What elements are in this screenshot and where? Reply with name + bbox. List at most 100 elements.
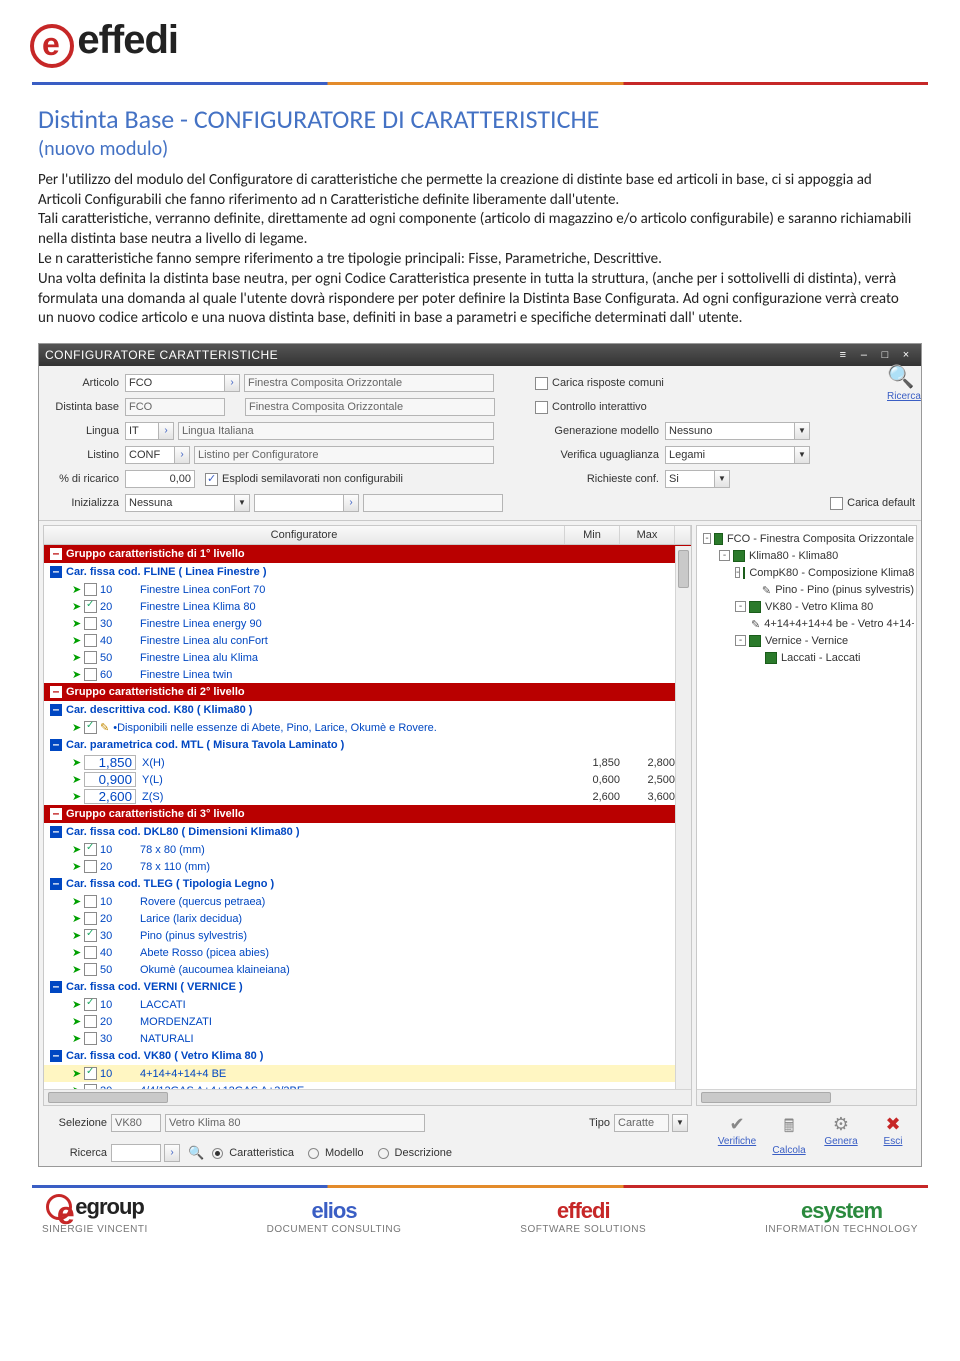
option-checkbox[interactable] xyxy=(84,963,97,976)
verifica-ug-dropdown-icon[interactable]: ▼ xyxy=(794,446,810,464)
option-row[interactable]: ➤104+14+4+14+4 BE xyxy=(44,1065,691,1082)
collapse-icon[interactable]: – xyxy=(50,808,62,820)
option-checkbox[interactable] xyxy=(84,912,97,925)
note-checkbox[interactable] xyxy=(84,721,97,734)
tree-expand-icon[interactable]: - xyxy=(719,550,730,561)
option-row[interactable]: ➤10LACCATI xyxy=(44,996,691,1013)
option-checkbox[interactable] xyxy=(84,617,97,630)
radio-caratteristica[interactable] xyxy=(212,1148,223,1159)
tree-node[interactable]: Laccati - Laccati xyxy=(699,649,914,666)
tipo-dropdown-icon[interactable]: ▼ xyxy=(672,1114,688,1132)
listino-input[interactable] xyxy=(125,446,175,464)
tree-node[interactable]: Pino - Pino (pinus sylvestris) xyxy=(699,581,914,598)
esplodi-checkbox[interactable] xyxy=(205,473,218,486)
minimize-icon[interactable]: – xyxy=(855,349,873,361)
option-checkbox[interactable] xyxy=(84,843,97,856)
option-checkbox[interactable] xyxy=(84,1067,97,1080)
option-row[interactable]: ➤50Okumè (aucoumea klaineiana) xyxy=(44,961,691,978)
option-row[interactable]: ➤30Pino (pinus sylvestris) xyxy=(44,927,691,944)
tree-node[interactable]: -FCO - Finestra Composita Orizzontale xyxy=(699,530,914,547)
lingua-lookup-icon[interactable]: › xyxy=(158,422,174,440)
option-checkbox[interactable] xyxy=(84,860,97,873)
caratteristica-header-row[interactable]: –Car. fissa cod. VK80 ( Vetro Klima 80 ) xyxy=(44,1047,691,1065)
option-checkbox[interactable] xyxy=(84,929,97,942)
option-checkbox[interactable] xyxy=(84,634,97,647)
option-checkbox[interactable] xyxy=(84,1032,97,1045)
ricerca-button[interactable]: 🔍 Ricerca xyxy=(887,364,915,402)
collapse-icon[interactable]: – xyxy=(50,1050,62,1062)
verifica-ug-select[interactable] xyxy=(665,446,795,464)
gen-modello-select[interactable] xyxy=(665,422,795,440)
option-row[interactable]: ➤40Abete Rosso (picea abies) xyxy=(44,944,691,961)
esci-button[interactable]: ✖ Esci xyxy=(873,1114,913,1162)
collapse-icon[interactable]: – xyxy=(50,548,62,560)
col-max[interactable]: Max xyxy=(620,526,675,544)
caratteristica-header-row[interactable]: –Car. fissa cod. DKL80 ( Dimensioni Klim… xyxy=(44,823,691,841)
tree-node[interactable]: 4+14+4+14+4 be - Vetro 4+14+4+1 xyxy=(699,615,914,632)
option-checkbox[interactable] xyxy=(84,998,97,1011)
menu-icon[interactable]: ≡ xyxy=(834,349,852,361)
collapse-icon[interactable]: – xyxy=(50,566,62,578)
option-row[interactable]: ➤30Finestre Linea energy 90 xyxy=(44,615,691,632)
articolo-input[interactable] xyxy=(125,374,225,392)
option-row[interactable]: ➤10Rovere (quercus petraea) xyxy=(44,893,691,910)
listino-lookup-icon[interactable]: › xyxy=(174,446,190,464)
option-row[interactable]: ➤60Finestre Linea twin xyxy=(44,666,691,683)
lingua-input[interactable] xyxy=(125,422,159,440)
collapse-icon[interactable]: – xyxy=(50,826,62,838)
param-row[interactable]: ➤Z(S)2,6003,600 xyxy=(44,788,691,805)
tree-expand-icon[interactable]: - xyxy=(735,635,746,646)
richieste-conf-select[interactable] xyxy=(665,470,715,488)
param-value-input[interactable] xyxy=(84,772,136,787)
tree-node[interactable]: -VK80 - Vetro Klima 80 xyxy=(699,598,914,615)
option-row[interactable]: ➤20Larice (larix decidua) xyxy=(44,910,691,927)
group-header-row[interactable]: –Gruppo caratteristiche di 1° livello xyxy=(44,545,691,563)
option-checkbox[interactable] xyxy=(84,583,97,596)
verifiche-button[interactable]: ✔ Verifiche xyxy=(717,1114,757,1162)
option-checkbox[interactable] xyxy=(84,651,97,664)
collapse-icon[interactable]: – xyxy=(50,981,62,993)
grid-scrollbar-h[interactable] xyxy=(44,1089,691,1105)
param-row[interactable]: ➤X(H)1,8502,800 xyxy=(44,754,691,771)
articolo-lookup-icon[interactable]: › xyxy=(224,374,240,392)
note-row[interactable]: ➤✎•Disponibili nelle essenze di Abete, P… xyxy=(44,719,691,736)
caratteristica-header-row[interactable]: –Car. fissa cod. TLEG ( Tipologia Legno … xyxy=(44,875,691,893)
param-value-input[interactable] xyxy=(84,789,136,804)
calcola-button[interactable]: 🖩 Calcola xyxy=(769,1114,809,1162)
close-icon[interactable]: × xyxy=(897,349,915,361)
param-value-input[interactable] xyxy=(84,755,136,770)
radio-descrizione[interactable] xyxy=(378,1148,389,1159)
group-header-row[interactable]: –Gruppo caratteristiche di 2° livello xyxy=(44,683,691,701)
controllo-interattivo-checkbox[interactable] xyxy=(535,401,548,414)
col-min[interactable]: Min xyxy=(565,526,620,544)
tree-expand-icon[interactable]: - xyxy=(703,533,711,544)
tree-node[interactable]: -Klima80 - Klima80 xyxy=(699,547,914,564)
inizializza-select[interactable] xyxy=(125,494,235,512)
param-row[interactable]: ➤Y(L)0,6002,500 xyxy=(44,771,691,788)
caratteristica-header-row[interactable]: –Car. fissa cod. VERNI ( VERNICE ) xyxy=(44,978,691,996)
richieste-conf-dropdown-icon[interactable]: ▼ xyxy=(714,470,730,488)
radio-modello[interactable] xyxy=(308,1148,319,1159)
carica-default-checkbox[interactable] xyxy=(830,497,843,510)
option-checkbox[interactable] xyxy=(84,668,97,681)
caratteristica-header-row[interactable]: –Car. fissa cod. FLINE ( Linea Finestre … xyxy=(44,563,691,581)
group-header-row[interactable]: –Gruppo caratteristiche di 3° livello xyxy=(44,805,691,823)
option-row[interactable]: ➤30NATURALI xyxy=(44,1030,691,1047)
option-checkbox[interactable] xyxy=(84,1015,97,1028)
caratteristica-header-row[interactable]: –Car. parametrica cod. MTL ( Misura Tavo… xyxy=(44,736,691,754)
option-checkbox[interactable] xyxy=(84,600,97,613)
option-row[interactable]: ➤20Finestre Linea Klima 80 xyxy=(44,598,691,615)
collapse-icon[interactable]: – xyxy=(50,739,62,751)
option-row[interactable]: ➤20MORDENZATI xyxy=(44,1013,691,1030)
inizializza-lookup-icon[interactable]: › xyxy=(343,494,359,512)
option-checkbox[interactable] xyxy=(84,895,97,908)
pct-ricarico-input[interactable] xyxy=(125,470,195,488)
genera-button[interactable]: ⚙ Genera xyxy=(821,1114,861,1162)
carica-risposte-checkbox[interactable] xyxy=(535,377,548,390)
col-configuratore[interactable]: Configuratore xyxy=(44,526,565,544)
collapse-icon[interactable]: – xyxy=(50,686,62,698)
search-small-icon[interactable]: 🔍 xyxy=(184,1145,208,1161)
tree-node[interactable]: -CompK80 - Composizione Klima80 xyxy=(699,564,914,581)
grid-scrollbar-v[interactable] xyxy=(675,546,691,1089)
maximize-icon[interactable]: □ xyxy=(876,349,894,361)
